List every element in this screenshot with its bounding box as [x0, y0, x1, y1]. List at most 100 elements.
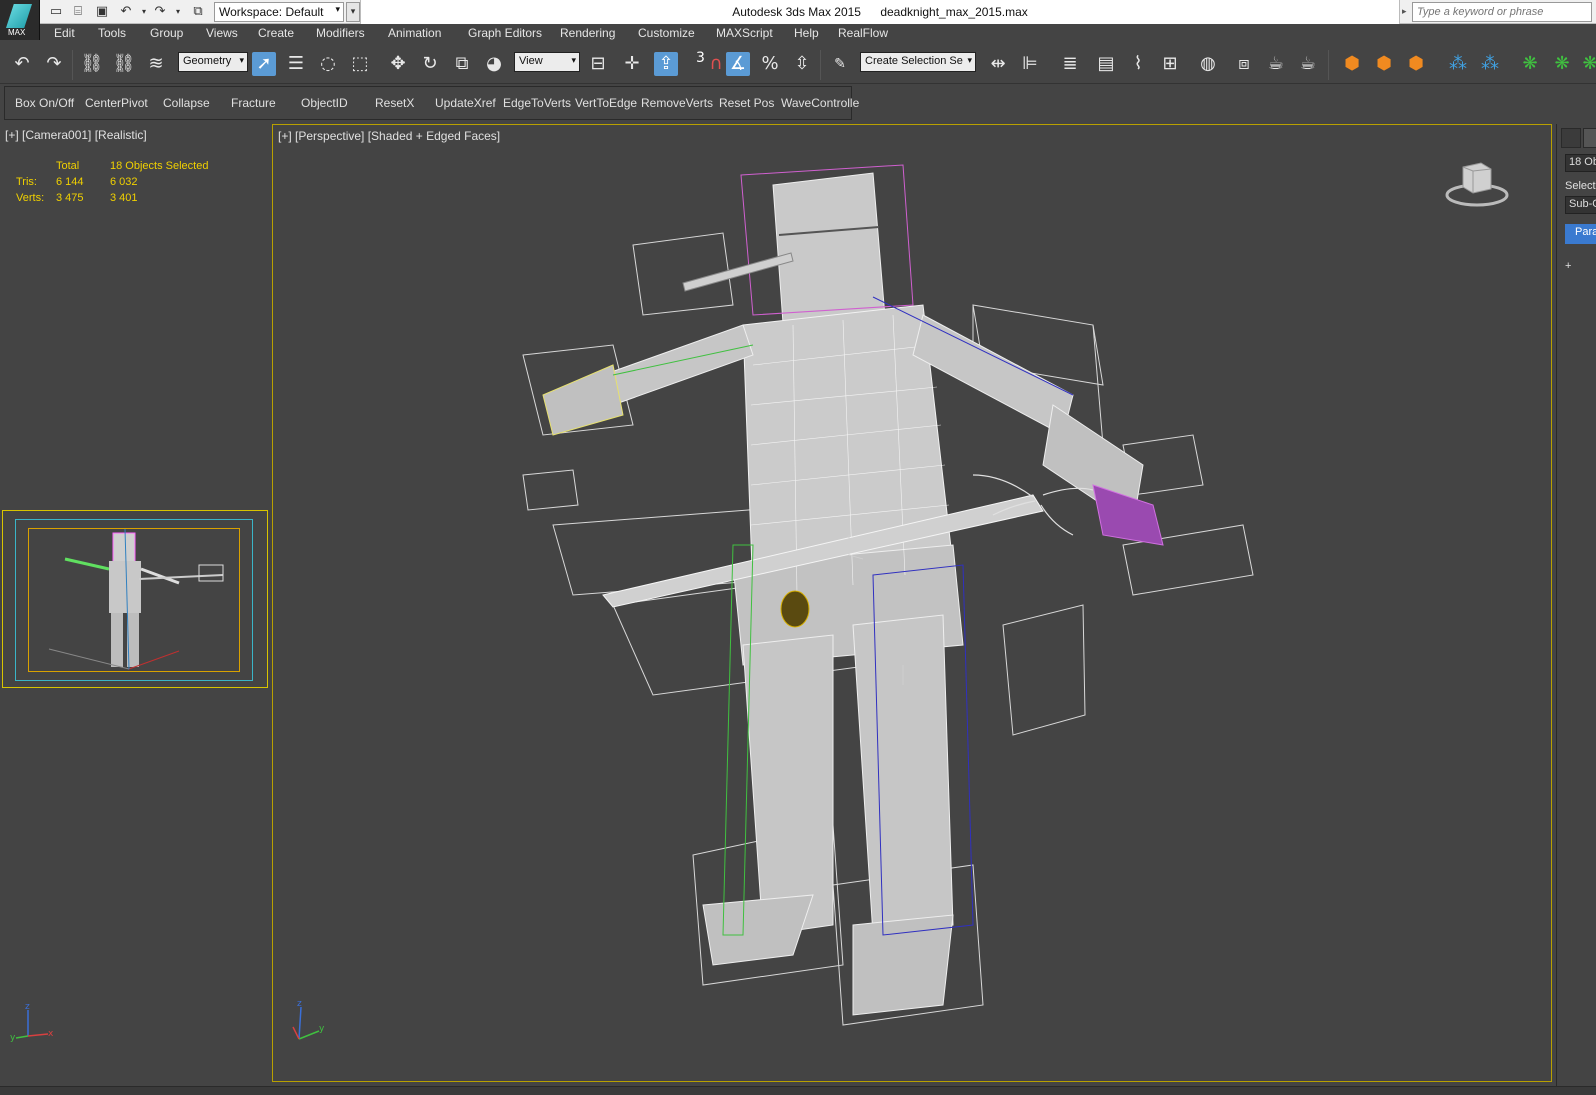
- select-object-icon[interactable]: ➚: [252, 52, 276, 76]
- parameters-rollout[interactable]: Para: [1565, 224, 1596, 244]
- select-and-link-icon[interactable]: ⛓: [80, 52, 104, 76]
- window-crossing-icon[interactable]: ⬚: [348, 52, 372, 76]
- menu-edit[interactable]: Edit: [54, 26, 75, 40]
- chevron-down-icon: ▾: [967, 55, 972, 65]
- create-tab-icon[interactable]: [1561, 128, 1581, 148]
- reset-pos-button[interactable]: Reset Pos: [719, 96, 774, 110]
- fracture-button[interactable]: Fracture: [231, 96, 276, 110]
- max-logo-icon: [6, 4, 32, 28]
- svg-text:x: x: [48, 1029, 54, 1039]
- menu-help[interactable]: Help: [794, 26, 819, 40]
- angle-snap-icon[interactable]: ∡: [726, 52, 750, 76]
- select-and-move-icon[interactable]: ✥: [386, 52, 410, 76]
- use-pivot-center-icon[interactable]: ⊟: [586, 52, 610, 76]
- menu-customize[interactable]: Customize: [638, 26, 695, 40]
- rollout-expand-icon[interactable]: +: [1565, 260, 1571, 272]
- stats-tris-total: 6 144: [56, 176, 84, 188]
- material-editor-icon[interactable]: ◍: [1196, 52, 1220, 76]
- render-production-icon[interactable]: ☕: [1296, 52, 1320, 76]
- wave-controller-button[interactable]: WaveControlle: [781, 96, 859, 110]
- viewcube-icon[interactable]: [1445, 159, 1509, 209]
- edit-named-selection-icon[interactable]: ✎: [828, 52, 852, 76]
- menu-maxscript[interactable]: MAXScript: [716, 26, 773, 40]
- undo-icon[interactable]: ↶: [10, 52, 34, 76]
- mirror-icon[interactable]: ⇹: [986, 52, 1010, 76]
- snaps-toggle-icon[interactable]: ∩: [704, 52, 728, 76]
- select-and-scale-icon[interactable]: ⧉: [450, 52, 474, 76]
- vert-to-edge-button[interactable]: VertToEdge: [575, 96, 637, 110]
- menu-views[interactable]: Views: [206, 26, 238, 40]
- stats-tris-label: Tris:: [16, 176, 37, 188]
- spinner-snap-icon[interactable]: ⇳: [790, 52, 814, 76]
- rendered-frame-window-icon[interactable]: ☕: [1264, 52, 1288, 76]
- realflow-domain-icon[interactable]: ⬢: [1404, 52, 1428, 76]
- workspace-menu-button[interactable]: ▾: [346, 2, 360, 22]
- open-file-icon[interactable]: ⌸: [70, 4, 86, 20]
- search-expand-icon[interactable]: ▸: [1402, 3, 1412, 21]
- object-name-field[interactable]: 18 Obj: [1565, 154, 1596, 172]
- viewport-label[interactable]: [+] [Camera001] [Realistic]: [5, 128, 147, 142]
- schematic-view-icon[interactable]: ⊞: [1158, 52, 1182, 76]
- realflow-mesh-icon[interactable]: ⁂: [1478, 52, 1502, 76]
- perspective-viewport[interactable]: [+] [Perspective] [Shaded + Edged Faces]: [272, 124, 1552, 1082]
- selection-region-icon[interactable]: ◌: [316, 52, 340, 76]
- stats-selected-header: 18 Objects Selected: [110, 160, 209, 172]
- menu-rendering[interactable]: Rendering: [560, 26, 615, 40]
- sub-object-field[interactable]: Sub-O: [1565, 196, 1596, 214]
- render-setup-icon[interactable]: ⧈: [1232, 52, 1256, 76]
- undo-dropdown-icon[interactable]: ▾: [136, 4, 152, 20]
- modify-tab-icon[interactable]: [1583, 128, 1596, 148]
- edge-to-verts-button[interactable]: EdgeToVerts: [503, 96, 571, 110]
- menu-tools[interactable]: Tools: [98, 26, 126, 40]
- svg-text:z: z: [297, 999, 302, 1009]
- remove-verts-button[interactable]: RemoveVerts: [641, 96, 713, 110]
- toggle-ribbon-icon[interactable]: ▤: [1094, 52, 1118, 76]
- center-pivot-button[interactable]: CenterPivot: [85, 96, 148, 110]
- select-and-rotate-icon[interactable]: ↻: [418, 52, 442, 76]
- workspace-dropdown[interactable]: Workspace: Default ▾: [214, 2, 344, 22]
- percent-snap-icon[interactable]: %: [758, 52, 782, 76]
- save-icon[interactable]: ▣: [94, 4, 110, 20]
- project-folder-icon[interactable]: ⧉: [190, 4, 206, 20]
- search-input[interactable]: [1412, 2, 1592, 22]
- realflow-daemon-icon[interactable]: ❋: [1518, 52, 1542, 76]
- camera-viewport[interactable]: [+] [Camera001] [Realistic] Total 18 Obj…: [0, 124, 270, 1095]
- bind-to-space-warp-icon[interactable]: ≋: [144, 52, 168, 76]
- redo-icon[interactable]: ↷: [152, 4, 168, 20]
- keyboard-shortcut-override-icon[interactable]: ⇪: [654, 52, 678, 76]
- undo-icon[interactable]: ↶: [118, 4, 134, 20]
- menu-graph-editors[interactable]: Graph Editors: [468, 26, 542, 40]
- knight-model-scene[interactable]: [273, 125, 1551, 1081]
- selection-filter-dropdown[interactable]: Geometry ▾: [178, 52, 248, 72]
- realflow-emitter-icon[interactable]: ⬢: [1372, 52, 1396, 76]
- box-on-off-button[interactable]: Box On/Off: [15, 96, 74, 110]
- reset-x-button[interactable]: ResetX: [375, 96, 414, 110]
- redo-dropdown-icon[interactable]: ▾: [170, 4, 186, 20]
- application-menu-button[interactable]: MAX: [0, 0, 40, 40]
- layer-explorer-icon[interactable]: ≣: [1058, 52, 1082, 76]
- main-toolbar: ↶ ↷ ⛓ ⛓ ≋ Geometry ▾ ➚ ☰ ◌ ⬚ ✥ ↻ ⧉ ◕ Vie…: [0, 44, 1596, 84]
- axis-tripod-icon: z y: [292, 999, 325, 1040]
- update-xref-button[interactable]: UpdateXref: [435, 96, 496, 110]
- named-selection-dropdown[interactable]: Create Selection Se ▾: [860, 52, 976, 72]
- collapse-button[interactable]: Collapse: [163, 96, 210, 110]
- realflow-particles-icon[interactable]: ⁂: [1446, 52, 1470, 76]
- select-by-name-icon[interactable]: ☰: [284, 52, 308, 76]
- select-and-place-icon[interactable]: ◕: [482, 52, 506, 76]
- realflow-daemon-3-icon[interactable]: ❋: [1578, 52, 1596, 76]
- realflow-object-icon[interactable]: ⬢: [1340, 52, 1364, 76]
- realflow-daemon-2-icon[interactable]: ❋: [1550, 52, 1574, 76]
- unlink-selection-icon[interactable]: ⛓: [112, 52, 136, 76]
- menu-modifiers[interactable]: Modifiers: [316, 26, 365, 40]
- reference-coordinate-dropdown[interactable]: View ▾: [514, 52, 580, 72]
- menu-realflow[interactable]: RealFlow: [838, 26, 888, 40]
- object-id-button[interactable]: ObjectID: [301, 96, 348, 110]
- menu-group[interactable]: Group: [150, 26, 183, 40]
- menu-create[interactable]: Create: [258, 26, 294, 40]
- menu-animation[interactable]: Animation: [388, 26, 441, 40]
- align-icon[interactable]: ⊫: [1018, 52, 1042, 76]
- redo-icon[interactable]: ↷: [42, 52, 66, 76]
- curve-editor-icon[interactable]: ⌇: [1126, 52, 1150, 76]
- manipulate-icon[interactable]: ✛: [620, 52, 644, 76]
- new-file-icon[interactable]: ▭: [48, 4, 64, 20]
